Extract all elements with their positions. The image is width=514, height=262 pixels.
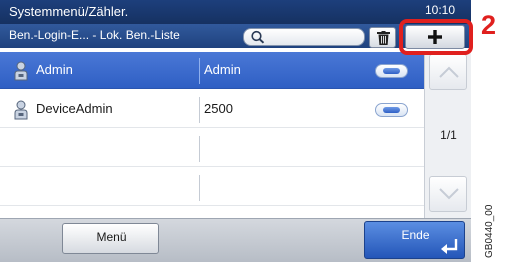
delete-button[interactable]: [369, 27, 396, 48]
detail-button[interactable]: [375, 64, 408, 78]
column-divider: [199, 136, 200, 162]
menu-button[interactable]: Menü: [62, 223, 159, 254]
user-name: Admin: [36, 62, 73, 77]
chevron-up-icon: [439, 66, 459, 78]
search-field[interactable]: [243, 28, 365, 46]
menu-button-label: Menü: [96, 230, 127, 244]
screen-title: Systemmenü/Zähler.: [9, 4, 129, 19]
column-divider: [199, 58, 200, 84]
user-list: Admin Admin DeviceAdmin 2500: [0, 52, 424, 214]
scroll-up-button[interactable]: [429, 54, 467, 90]
list-item-empty: [0, 169, 424, 206]
detail-button[interactable]: [375, 103, 408, 117]
callout-number: 2: [481, 10, 497, 40]
list-item[interactable]: Admin Admin: [0, 52, 424, 89]
column-divider: [199, 175, 200, 201]
scroll-column: 1/1: [424, 52, 471, 218]
search-icon: [251, 30, 265, 44]
scroll-down-button[interactable]: [429, 176, 467, 212]
end-button[interactable]: Ende: [364, 221, 465, 259]
callout-highlight: [399, 19, 473, 55]
user-icon: [14, 61, 28, 81]
page-indicator: 1/1: [440, 128, 457, 142]
detail-icon: [383, 107, 400, 113]
user-name: DeviceAdmin: [36, 101, 113, 116]
user-login-name: 2500: [204, 101, 233, 116]
list-item[interactable]: DeviceAdmin 2500: [0, 91, 424, 128]
breadcrumb: Ben.-Login-E... - Lok. Ben.-Liste: [9, 28, 180, 42]
list-item-empty: [0, 130, 424, 167]
bottom-bar: Menü Ende: [0, 218, 471, 262]
trash-icon: [377, 31, 390, 45]
user-login-name: Admin: [204, 62, 241, 77]
enter-icon: [441, 239, 458, 254]
chevron-down-icon: [439, 188, 459, 200]
figure-code: GB0440_00: [484, 204, 495, 258]
detail-icon: [383, 68, 400, 74]
user-icon: [14, 100, 28, 120]
clock: 10:10: [425, 3, 456, 17]
column-divider: [199, 97, 200, 123]
